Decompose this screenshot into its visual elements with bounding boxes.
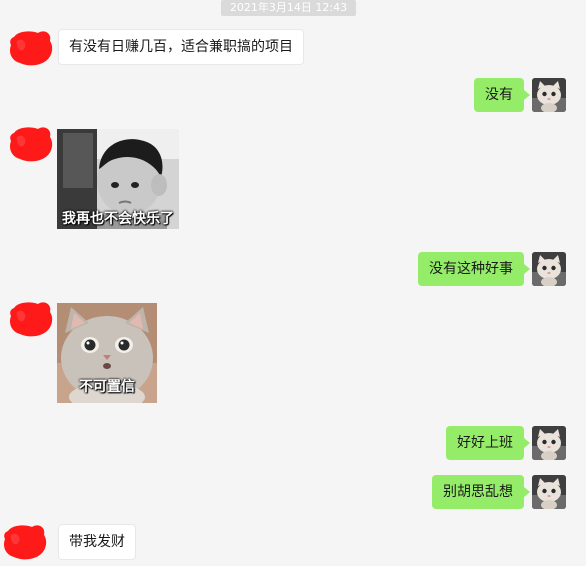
sticker-caption: 不可置信 xyxy=(79,379,135,395)
message-bubble[interactable]: 没有这种好事 xyxy=(418,252,530,286)
cat-avatar-icon[interactable] xyxy=(532,252,566,286)
message-bubble[interactable]: 有没有日赚几百，适合兼职搞的项目 xyxy=(58,29,304,65)
message-bubble[interactable]: 别胡思乱想 xyxy=(432,475,530,509)
cat-avatar-icon[interactable] xyxy=(532,426,566,460)
message-timestamp: 2021年3月14日 12:43 xyxy=(221,0,356,16)
message-bubble[interactable]: 带我发财 xyxy=(58,524,136,560)
sticker-caption: 我再也不会快乐了 xyxy=(62,211,174,227)
cat-avatar-icon[interactable] xyxy=(532,475,566,509)
message-bubble[interactable]: 好好上班 xyxy=(446,426,530,460)
redacted-avatar-icon[interactable] xyxy=(8,297,54,341)
redacted-avatar-icon[interactable] xyxy=(2,521,48,563)
cat-avatar-icon[interactable] xyxy=(532,78,566,112)
message-bubble[interactable]: 没有 xyxy=(474,78,530,112)
sticker-cat[interactable]: 不可置信 xyxy=(57,303,157,403)
sticker-boy[interactable]: 我再也不会快乐了 xyxy=(57,129,179,229)
redacted-avatar-icon[interactable] xyxy=(8,29,54,67)
redacted-avatar-icon[interactable] xyxy=(8,122,54,166)
